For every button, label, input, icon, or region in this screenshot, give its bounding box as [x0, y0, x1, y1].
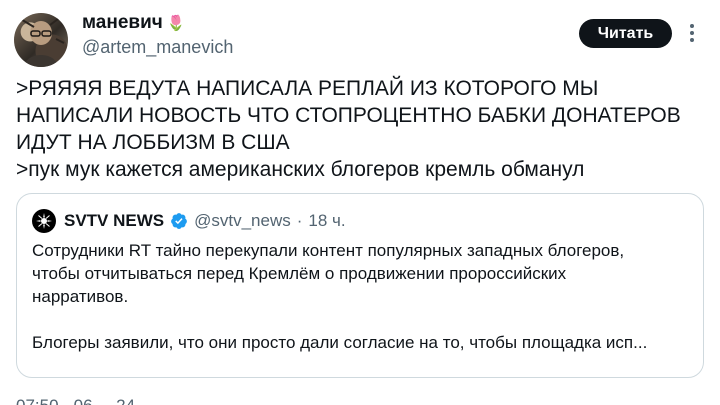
quote-time[interactable]: 18 ч. — [308, 211, 345, 231]
quote-line: нарративов. — [32, 287, 129, 306]
follow-button[interactable]: Читать — [579, 19, 672, 48]
tweet-text: >РЯЯЯЯ ВЕДУТА НАПИСАЛА РЕПЛАЙ ИЗ КОТОРОГ… — [16, 75, 706, 183]
quote-line: чтобы отчитываться перед Кремлём о продв… — [32, 264, 567, 283]
quote-author-name[interactable]: SVTV NEWS — [64, 211, 164, 231]
more-vertical-icon[interactable] — [684, 21, 700, 45]
quote-paragraph-1: Сотрудники RT тайно перекупали контент п… — [32, 239, 692, 308]
author-name-row: маневич 🌷 — [82, 12, 186, 34]
quote-tweet-card[interactable]: SVTV NEWS @svtv_news · 18 ч. Сотрудники … — [16, 193, 704, 378]
author-handle[interactable]: @artem_manevich — [82, 37, 233, 58]
tweet-view: маневич 🌷 @artem_manevich Читать >РЯЯЯЯ … — [0, 0, 720, 405]
quote-header: SVTV NEWS @svtv_news · 18 ч. — [32, 209, 346, 233]
verified-badge-icon — [171, 213, 187, 229]
tweet-line: ИДУТ НА ЛОББИЗМ В США — [16, 131, 290, 154]
author-display-name[interactable]: маневич — [82, 12, 163, 34]
tweet-line: >пук мук кажется американских блогеров к… — [16, 158, 585, 181]
svtv-logo-icon[interactable] — [32, 209, 56, 233]
dot — [690, 31, 694, 35]
quote-paragraph-2: Блогеры заявили, что они просто дали сог… — [32, 333, 648, 352]
tweet-line: >РЯЯЯЯ ВЕДУТА НАПИСАЛА РЕПЛАЙ ИЗ КОТОРОГ… — [16, 77, 599, 100]
dot — [690, 24, 694, 28]
quote-body: Сотрудники RT тайно перекупали контент п… — [32, 239, 692, 354]
flower-emoji-icon: 🌷 — [166, 14, 186, 32]
quote-line: Сотрудники RT тайно перекупали контент п… — [32, 241, 625, 260]
meta-separator: · — [296, 211, 303, 230]
dot — [690, 38, 694, 42]
avatar[interactable] — [14, 13, 68, 67]
quote-author-handle[interactable]: @svtv_news — [194, 211, 291, 231]
tweet-line: НАПИСАЛИ НОВОСТЬ ЧТО СТОПРОЦЕНТНО БАБКИ … — [16, 104, 681, 127]
tweet-timestamp[interactable]: 07:50 · 06 ... 24 — [16, 396, 135, 405]
